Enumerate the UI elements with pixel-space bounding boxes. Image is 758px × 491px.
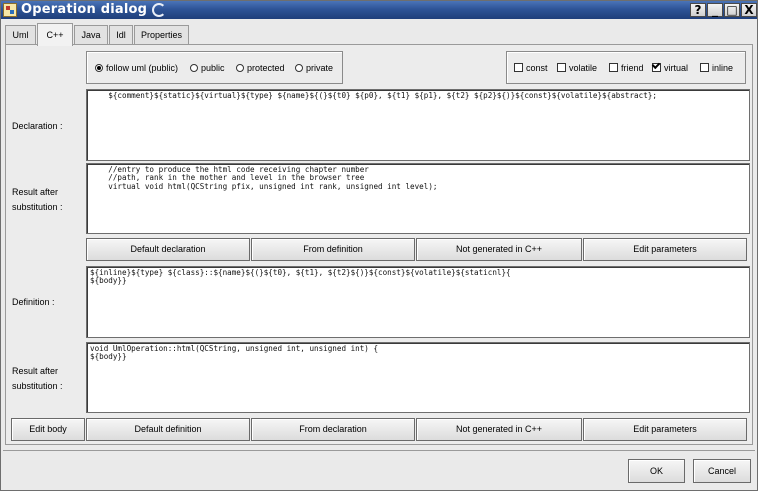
from-definition-button[interactable]: From definition <box>251 238 415 261</box>
radio-follow-uml[interactable]: follow uml (public) <box>95 63 178 74</box>
checkbox-friend-label: friend <box>621 63 644 73</box>
checkbox-friend[interactable]: friend <box>609 63 644 74</box>
decl-not-generated-button[interactable]: Not generated in C++ <box>416 238 582 261</box>
definition-result-editor[interactable]: void UmlOperation::html(QCString, unsign… <box>86 342 750 413</box>
from-declaration-button[interactable]: From declaration <box>251 418 415 441</box>
close-button[interactable]: X <box>741 3 757 17</box>
checkbox-const-indicator <box>514 63 523 72</box>
radio-private-indicator <box>295 64 303 72</box>
title-bar[interactable]: Operation dialog ? _ □ X <box>1 1 757 19</box>
app-icon <box>3 3 17 17</box>
checkbox-friend-indicator <box>609 63 618 72</box>
checkbox-virtual-indicator <box>652 63 661 72</box>
radio-protected-indicator <box>236 64 244 72</box>
tab-cpp[interactable]: C++ <box>37 23 73 46</box>
help-button[interactable]: ? <box>690 3 706 17</box>
definition-result-label-line2: substitution : <box>12 381 63 391</box>
swirl-icon <box>152 3 166 17</box>
checkbox-inline[interactable]: inline <box>700 63 733 74</box>
declaration-result-label-line2: substitution : <box>12 202 63 212</box>
default-definition-button[interactable]: Default definition <box>86 418 250 441</box>
tab-uml[interactable]: Uml <box>5 25 36 45</box>
declaration-editor[interactable]: ${comment}${static}${virtual}${type} ${n… <box>86 89 750 161</box>
decl-edit-parameters-button[interactable]: Edit parameters <box>583 238 747 261</box>
checkbox-const-label: const <box>526 63 548 73</box>
window-title: Operation dialog <box>21 2 148 17</box>
radio-public[interactable]: public <box>190 63 225 74</box>
checkbox-volatile-label: volatile <box>569 63 598 73</box>
radio-public-label: public <box>201 63 225 73</box>
checkbox-const[interactable]: const <box>514 63 548 74</box>
radio-private-label: private <box>306 63 334 73</box>
declaration-label: Declaration : <box>12 121 63 131</box>
cancel-button[interactable]: Cancel <box>693 459 751 483</box>
checkbox-volatile-indicator <box>557 63 566 72</box>
tab-idl[interactable]: Idl <box>109 25 133 45</box>
edit-body-button[interactable]: Edit body <box>11 418 85 441</box>
minimize-button[interactable]: _ <box>707 3 723 17</box>
radio-protected-label: protected <box>247 63 285 73</box>
def-edit-parameters-button[interactable]: Edit parameters <box>583 418 747 441</box>
def-not-generated-button[interactable]: Not generated in C++ <box>416 418 582 441</box>
declaration-result-label-line1: Result after <box>12 187 59 197</box>
checkbox-inline-label: inline <box>712 63 734 73</box>
operation-dialog-window: Operation dialog ? _ □ X Uml C++ Java Id… <box>0 0 758 491</box>
default-declaration-button[interactable]: Default declaration <box>86 238 250 261</box>
visibility-group: follow uml (public) public protected pri… <box>86 51 343 84</box>
checkbox-virtual[interactable]: virtual <box>652 63 688 74</box>
radio-follow-uml-indicator <box>95 64 103 72</box>
maximize-button[interactable]: □ <box>724 3 740 17</box>
tab-properties[interactable]: Properties <box>134 25 189 45</box>
radio-follow-uml-label: follow uml (public) <box>106 63 179 73</box>
modifiers-group: const volatile friend virtual inline <box>506 51 746 84</box>
declaration-result-editor[interactable]: //entry to produce the html code receivi… <box>86 163 750 234</box>
radio-public-indicator <box>190 64 198 72</box>
tab-java[interactable]: Java <box>74 25 108 45</box>
definition-label: Definition : <box>12 297 55 307</box>
checkbox-volatile[interactable]: volatile <box>557 63 597 74</box>
definition-result-label-line1: Result after <box>12 366 59 376</box>
radio-private[interactable]: private <box>295 63 333 74</box>
ok-button[interactable]: OK <box>628 459 685 483</box>
cpp-tab-panel: follow uml (public) public protected pri… <box>5 44 753 445</box>
definition-editor[interactable]: ${inline}${type} ${class}::${name}${(}${… <box>86 266 750 338</box>
checkbox-inline-indicator <box>700 63 709 72</box>
footer-separator <box>3 450 755 451</box>
radio-protected[interactable]: protected <box>236 63 285 74</box>
checkbox-virtual-label: virtual <box>664 63 689 73</box>
